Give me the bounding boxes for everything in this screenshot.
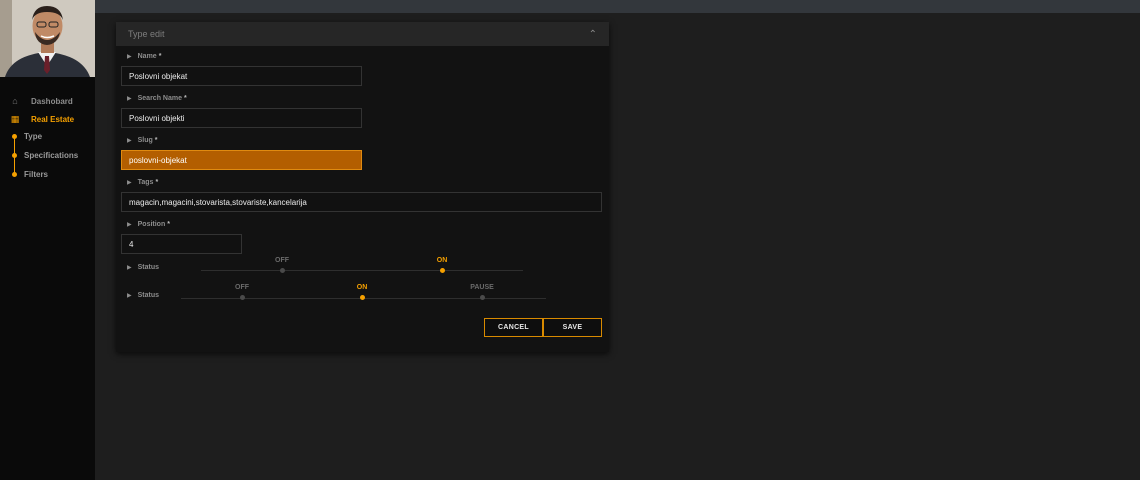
caret-right-icon: ▶ (127, 54, 132, 60)
type-edit-panel: Type edit ⌃ ▶ Name* ▶ Search Name* ▶ Slu… (116, 22, 609, 352)
status-label: ▶ Status (127, 264, 160, 271)
radio-dot-icon (239, 295, 245, 300)
sidebar-item-dashboard[interactable]: ⌂ Dashobard (0, 93, 95, 109)
sidebar-subitem-type[interactable]: Type (0, 129, 95, 143)
search-name-input[interactable] (121, 108, 362, 128)
caret-right-icon: ▶ (127, 265, 132, 271)
top-bar (95, 0, 1140, 13)
tags-label: ▶ Tags * (127, 179, 159, 186)
sidebar-subitem-filters[interactable]: Filters (0, 167, 95, 181)
sidebar-subitem-label: Type (24, 131, 43, 141)
cancel-button[interactable]: CANCEL (484, 318, 543, 337)
panel-title: Type edit (128, 29, 165, 39)
chevron-up-icon[interactable]: ⌃ (589, 29, 597, 40)
building-icon: ▦ (10, 113, 20, 124)
status-option-on[interactable]: ON (412, 257, 472, 273)
search-name-label: ▶ Search Name * (127, 95, 187, 102)
tags-input[interactable] (121, 192, 602, 212)
panel-header[interactable]: Type edit ⌃ (116, 22, 609, 46)
caret-right-icon: ▶ (127, 180, 132, 186)
sidebar-item-label: Real Estate (31, 114, 75, 124)
radio-dot-icon (479, 295, 485, 300)
slug-label: ▶ Slug * (127, 137, 158, 144)
sidebar-subitem-label: Specifications (24, 150, 79, 160)
status-label: ▶ Status (127, 292, 160, 299)
status-option-off[interactable]: OFF (252, 257, 312, 273)
position-input[interactable] (121, 234, 242, 254)
caret-right-icon: ▶ (127, 222, 132, 228)
status-option-on[interactable]: ON (332, 284, 392, 300)
radio-dot-icon (439, 268, 445, 273)
sidebar: ⌂ Dashobard ▦ Real Estate Type Specifica… (0, 0, 95, 480)
sidebar-subitem-specifications[interactable]: Specifications (0, 148, 95, 162)
save-button[interactable]: SAVE (543, 318, 602, 337)
radio-dot-icon (359, 295, 365, 300)
slug-input[interactable] (121, 150, 362, 170)
home-icon: ⌂ (12, 96, 18, 106)
bullet-icon (12, 171, 17, 177)
caret-right-icon: ▶ (127, 138, 132, 144)
caret-right-icon: ▶ (127, 96, 132, 102)
bullet-icon (12, 133, 17, 139)
sidebar-item-label: Dashobard (31, 96, 73, 106)
position-label: ▶ Position * (127, 221, 170, 228)
radio-dot-icon (279, 268, 285, 273)
sidebar-subitem-label: Filters (24, 169, 49, 179)
status-option-off[interactable]: OFF (212, 284, 272, 300)
name-label: ▶ Name * (127, 53, 162, 60)
bullet-icon (12, 152, 17, 158)
status-track (201, 270, 523, 271)
caret-right-icon: ▶ (127, 293, 132, 299)
sidebar-item-real-estate[interactable]: ▦ Real Estate (0, 111, 95, 127)
status-option-pause[interactable]: PAUSE (452, 284, 512, 300)
avatar[interactable] (0, 0, 95, 77)
name-input[interactable] (121, 66, 362, 86)
